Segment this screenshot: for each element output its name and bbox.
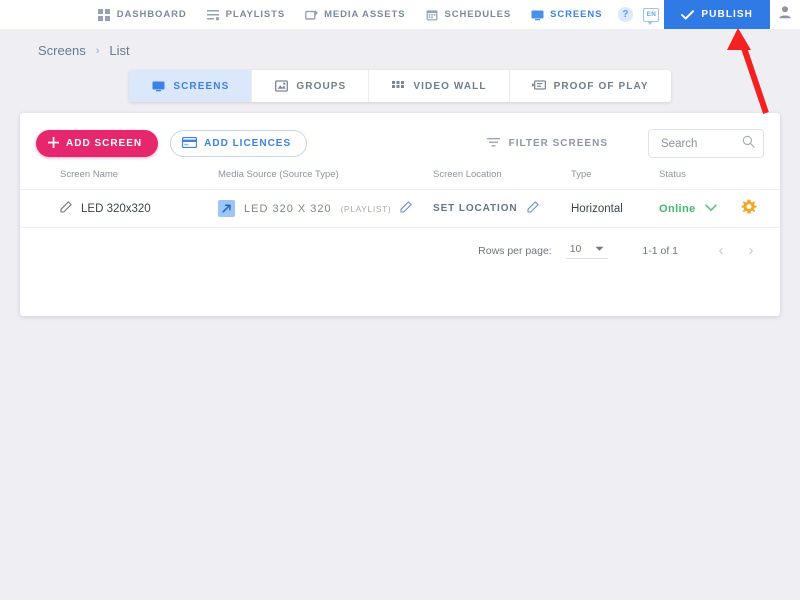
- breadcrumb-current: List: [109, 43, 129, 58]
- tab-bar: SCREENS GROUPS VIDEO WALL PROOF OF PLAY: [129, 70, 670, 102]
- search-box[interactable]: [648, 129, 764, 158]
- cell-status: Online: [659, 190, 741, 228]
- search-input[interactable]: [659, 137, 742, 151]
- cell-settings: [741, 190, 780, 228]
- nav-item-screens-label: SCREENS: [550, 9, 602, 20]
- breadcrumb-separator-icon: ›: [96, 45, 100, 57]
- breadcrumb-root[interactable]: Screens: [38, 43, 86, 58]
- tab-screens-label: SCREENS: [173, 81, 229, 92]
- monitor-icon: [151, 79, 165, 93]
- help-button[interactable]: ?: [612, 0, 638, 29]
- add-licences-label: ADD LICENCES: [204, 138, 291, 149]
- screens-table: Screen Name Media Source (Source Type) S…: [20, 163, 780, 228]
- breadcrumb: Screens › List: [0, 29, 800, 58]
- nav-item-media-assets[interactable]: MEDIA ASSETS: [295, 0, 415, 29]
- top-nav-items: DASHBOARD PLAYLISTS MEDIA ASSETS SCHEDUL…: [88, 0, 613, 29]
- next-page-button[interactable]: ›: [736, 242, 766, 259]
- edit-media-source-pencil-icon[interactable]: [400, 201, 412, 216]
- open-media-source-button[interactable]: [218, 200, 235, 217]
- edit-location-pencil-icon[interactable]: [527, 201, 539, 216]
- add-licences-button[interactable]: ADD LICENCES: [170, 130, 307, 157]
- filter-icon: [487, 137, 500, 151]
- licence-card-icon: [182, 137, 197, 151]
- table-row[interactable]: LED 320x320 LED 320 X 320 (PLAYLIST): [20, 190, 780, 228]
- add-screen-button[interactable]: ADD SCREEN: [36, 130, 158, 157]
- user-account-button[interactable]: [770, 0, 800, 29]
- nav-item-screens[interactable]: SCREENS: [521, 0, 612, 29]
- tab-proof-of-play-label: PROOF OF PLAY: [554, 81, 649, 92]
- cell-media-source: LED 320 X 320 (PLAYLIST): [218, 190, 433, 228]
- column-header-screen-name: Screen Name: [20, 163, 218, 190]
- tab-screens[interactable]: SCREENS: [129, 70, 252, 102]
- cell-type: Horizontal: [571, 190, 659, 228]
- set-location-link[interactable]: SET LOCATION: [433, 203, 518, 214]
- language-label: EN: [647, 11, 656, 18]
- filter-screens-label: FILTER SCREENS: [509, 138, 608, 149]
- nav-item-media-assets-label: MEDIA ASSETS: [324, 9, 405, 20]
- pagination: Rows per page: 10 1-1 of 1 ‹ ›: [20, 228, 780, 259]
- rows-per-page-label: Rows per page:: [478, 245, 552, 257]
- tab-bar-wrapper: SCREENS GROUPS VIDEO WALL PROOF OF PLAY: [0, 70, 800, 102]
- column-header-actions: [741, 163, 780, 190]
- nav-item-playlists[interactable]: PLAYLISTS: [197, 0, 295, 29]
- media-source-type: (PLAYLIST): [341, 204, 392, 214]
- card-toolbar: ADD SCREEN ADD LICENCES FILTER SCREENS: [20, 113, 780, 163]
- status-badge: Online: [659, 203, 696, 215]
- monitor-icon: [531, 8, 544, 21]
- screen-name-value: LED 320x320: [81, 203, 151, 215]
- calendar-icon: [425, 8, 438, 21]
- nav-item-schedules[interactable]: SCHEDULES: [415, 0, 521, 29]
- language-bubble-icon: EN: [643, 8, 659, 22]
- column-header-media-source: Media Source (Source Type): [218, 163, 433, 190]
- groups-icon: [274, 79, 288, 93]
- plus-icon: [48, 137, 59, 151]
- column-header-screen-location: Screen Location: [433, 163, 571, 190]
- filter-screens-button[interactable]: FILTER SCREENS: [487, 137, 608, 151]
- table-body: LED 320x320 LED 320 X 320 (PLAYLIST): [20, 190, 780, 228]
- screens-card: ADD SCREEN ADD LICENCES FILTER SCREENS S…: [20, 113, 780, 316]
- publish-label: PUBLISH: [701, 9, 753, 20]
- top-navigation-bar: DASHBOARD PLAYLISTS MEDIA ASSETS SCHEDUL…: [0, 0, 800, 29]
- nav-item-dashboard[interactable]: DASHBOARD: [88, 0, 197, 29]
- chevron-down-icon: [595, 243, 604, 255]
- rows-per-page-value: 10: [570, 243, 582, 255]
- grid-icon: [98, 8, 111, 21]
- video-wall-icon: [391, 79, 405, 93]
- cell-screen-name: LED 320x320: [20, 190, 218, 228]
- cell-screen-location: SET LOCATION: [433, 190, 571, 228]
- table-header-row: Screen Name Media Source (Source Type) S…: [20, 163, 780, 190]
- nav-item-playlists-label: PLAYLISTS: [226, 9, 285, 20]
- playlist-icon: [207, 8, 220, 21]
- publish-button[interactable]: PUBLISH: [664, 0, 770, 29]
- tab-video-wall[interactable]: VIDEO WALL: [369, 70, 509, 102]
- tab-video-wall-label: VIDEO WALL: [413, 81, 486, 92]
- tab-groups-label: GROUPS: [296, 81, 346, 92]
- help-icon: ?: [618, 7, 633, 22]
- table-header: Screen Name Media Source (Source Type) S…: [20, 163, 780, 190]
- add-screen-label: ADD SCREEN: [66, 138, 142, 149]
- language-selector-button[interactable]: EN: [638, 0, 664, 29]
- nav-item-dashboard-label: DASHBOARD: [117, 9, 187, 20]
- previous-page-button[interactable]: ‹: [706, 242, 736, 259]
- nav-item-schedules-label: SCHEDULES: [444, 9, 511, 20]
- gear-icon[interactable]: [741, 206, 757, 218]
- media-source-value: LED 320 X 320: [244, 203, 332, 215]
- chevron-down-icon[interactable]: [705, 203, 717, 215]
- column-header-status: Status: [659, 163, 741, 190]
- media-assets-icon: [305, 8, 318, 21]
- search-icon[interactable]: [742, 135, 755, 153]
- column-header-type: Type: [571, 163, 659, 190]
- proof-of-play-icon: [532, 79, 546, 93]
- pagination-range: 1-1 of 1: [642, 245, 678, 257]
- check-icon: [681, 10, 694, 20]
- edit-pencil-icon[interactable]: [60, 201, 72, 216]
- tab-groups[interactable]: GROUPS: [252, 70, 369, 102]
- tab-proof-of-play[interactable]: PROOF OF PLAY: [510, 70, 671, 102]
- avatar-icon: [778, 5, 792, 24]
- rows-per-page-select[interactable]: 10: [566, 243, 609, 259]
